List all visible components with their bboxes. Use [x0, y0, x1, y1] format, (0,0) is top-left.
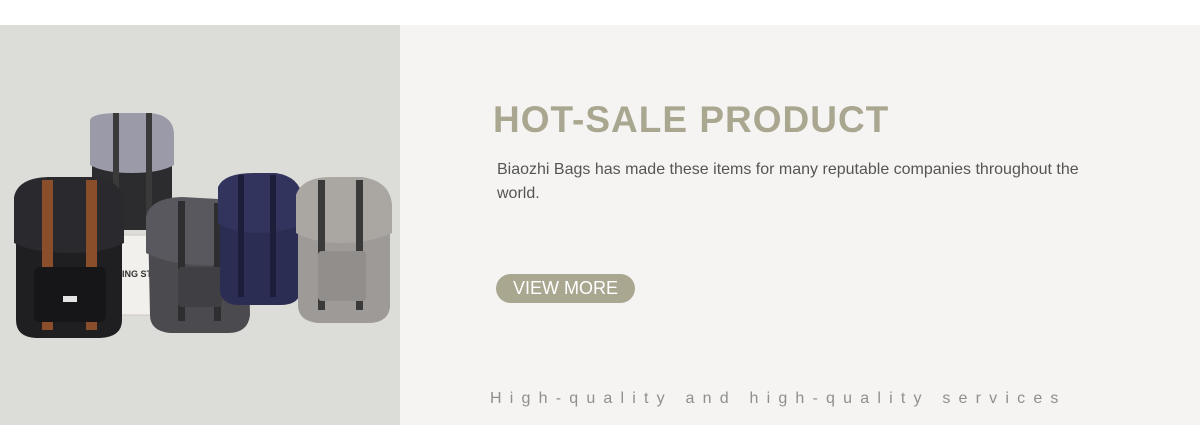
section-description: Biaozhi Bags has made these items for ma…	[497, 161, 1079, 202]
tagline: High-quality and high-quality services	[490, 390, 1067, 407]
backpacks-image: ING STO	[14, 113, 392, 338]
product-photo: ING STO	[0, 25, 400, 425]
view-more-button[interactable]: VIEW MORE	[496, 274, 635, 303]
promo-text-panel: HOT-SALE PRODUCT Biaozhi Bags has made t…	[400, 25, 1200, 425]
hot-sale-banner: ING STO HOT-SALE PRODUCT Biaozhi Bags ha…	[0, 25, 1200, 425]
section-title: HOT-SALE PRODUCT	[493, 99, 890, 140]
